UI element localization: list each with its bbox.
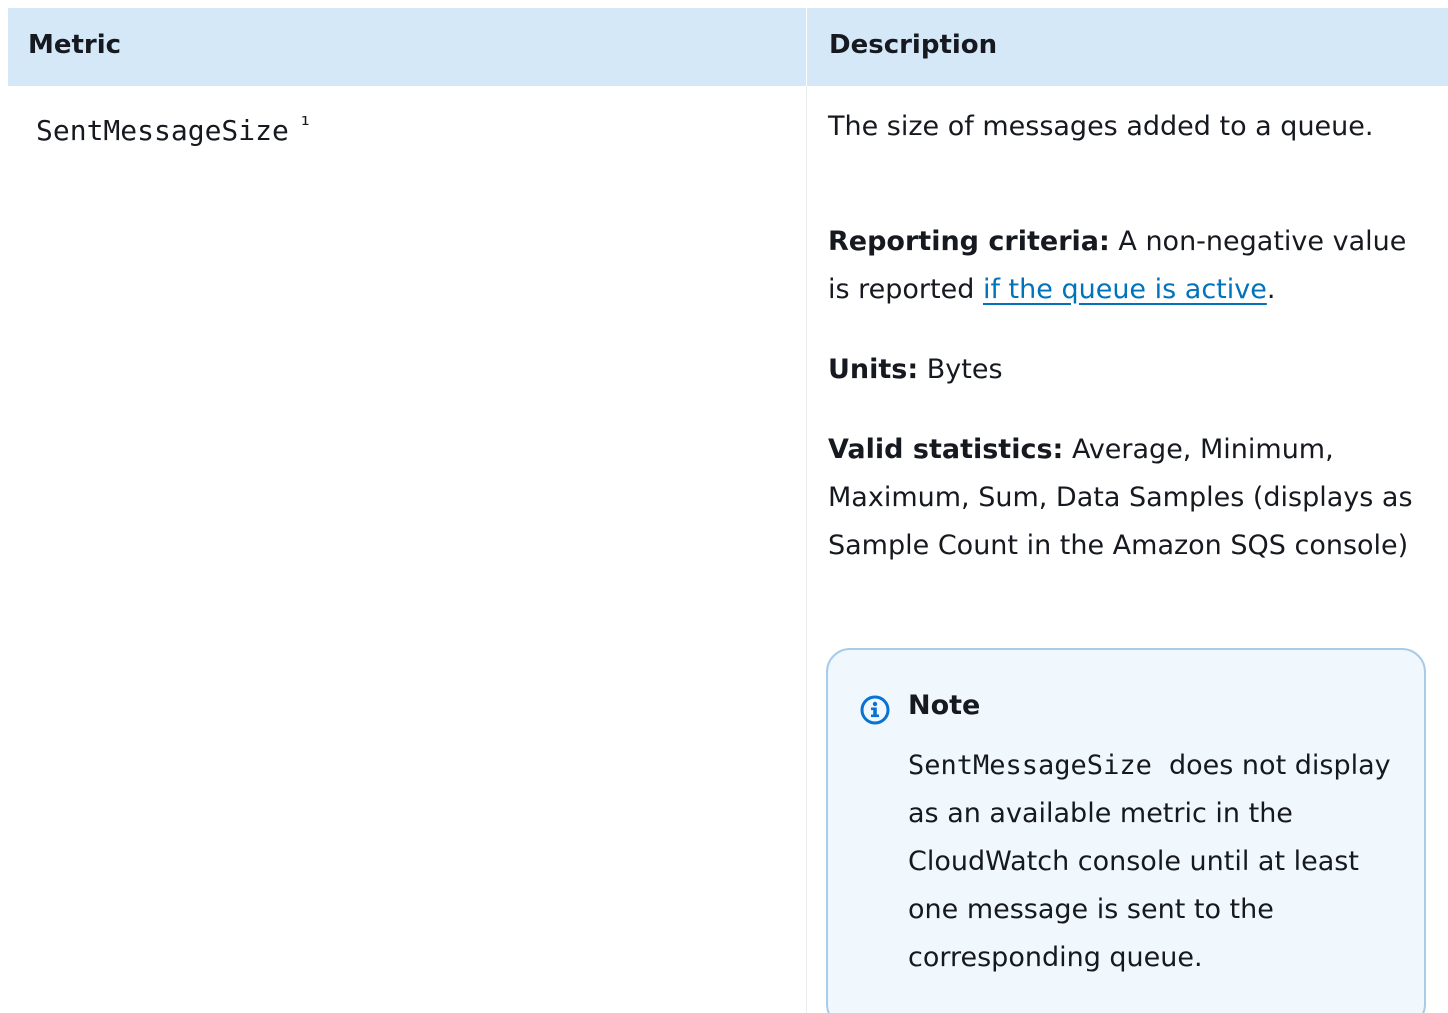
note-text: does not display as an available metric … bbox=[908, 750, 1391, 973]
valid-statistics: Valid statistics: Average, Minimum, Maxi… bbox=[828, 426, 1426, 570]
units: Units: Bytes bbox=[828, 346, 1426, 394]
description-cell: The size of messages added to a queue. R… bbox=[828, 106, 1426, 604]
metric-name-cell: SentMessageSize ¹ bbox=[36, 106, 310, 151]
metric-footnote-marker: ¹ bbox=[300, 113, 310, 138]
table-header: Metric Description bbox=[8, 8, 1448, 86]
header-divider bbox=[806, 8, 807, 86]
reporting-criteria-label: Reporting criteria: bbox=[828, 226, 1110, 257]
units-label: Units: bbox=[828, 354, 919, 385]
reporting-criteria-end: . bbox=[1266, 274, 1276, 305]
metric-name: SentMessageSize bbox=[36, 114, 289, 147]
column-header-metric: Metric bbox=[28, 30, 122, 60]
valid-statistics-label: Valid statistics: bbox=[828, 434, 1064, 465]
column-header-description: Description bbox=[829, 30, 998, 60]
note-callout: Note SentMessageSize does not display as… bbox=[826, 648, 1426, 1013]
row-separator bbox=[8, 86, 1448, 87]
metrics-table: Metric Description SentMessageSize ¹ The … bbox=[8, 8, 1448, 1013]
reporting-criteria: Reporting criteria: A non-negative value… bbox=[828, 218, 1426, 314]
info-icon bbox=[860, 695, 890, 725]
note-title: Note bbox=[908, 690, 981, 721]
note-body: SentMessageSize does not display as an a… bbox=[908, 742, 1404, 982]
note-code: SentMessageSize bbox=[908, 750, 1152, 781]
metric-summary: The size of messages added to a queue. bbox=[828, 111, 1374, 142]
units-value: Bytes bbox=[926, 354, 1003, 385]
column-divider bbox=[806, 86, 807, 1013]
queue-active-link[interactable]: if the queue is active bbox=[983, 274, 1267, 305]
